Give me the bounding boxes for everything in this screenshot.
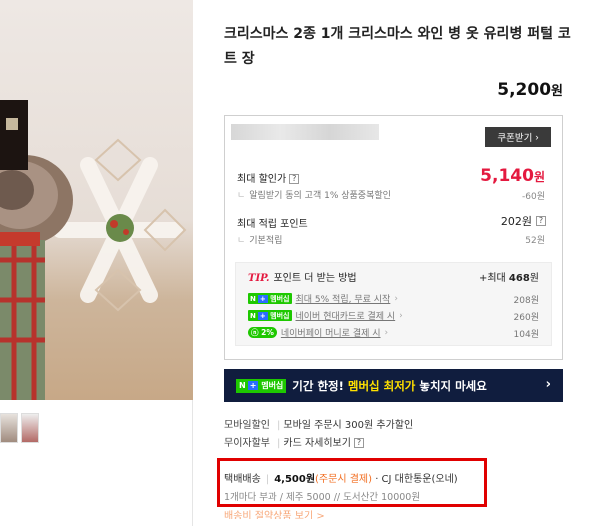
product-photo-art (0, 100, 187, 400)
benefit-box: 쿠폰받기 › 최대 할인가? 5,140원 ㄴ 알림받기 동의 고객 1% 상품중… (224, 115, 563, 360)
blurred-store-name (231, 124, 379, 140)
tip-max-unit: 원 (529, 273, 539, 284)
chevron-right-icon: › (545, 377, 551, 392)
product-page: 크리스마스 2종 1개 크리스마스 와인 병 옷 유리병 퍼털 코트 장 5,2… (0, 0, 600, 526)
mobile-discount-text: 모바일 주문시 300원 추가할인 (283, 420, 414, 431)
help-icon[interactable]: ? (353, 438, 364, 448)
discount-note-text: 알림받기 동의 고객 1% 상품중복할인 (249, 191, 391, 201)
shipping-detail: 1개마다 부과 / 제주 5000 // 도서산간 10000원 (224, 492, 421, 503)
thumbnail-2[interactable] (21, 413, 39, 443)
promo-text-before: 기간 한정! (292, 378, 348, 393)
tip-row-card[interactable]: N + 멤버십 네이버 현대카드로 결제 시 › (248, 309, 403, 322)
product-image-panel (0, 0, 193, 526)
max-discount-price: 5,140원 (480, 166, 545, 186)
tip-heading-text: 포인트 더 받는 방법 (273, 273, 357, 284)
product-title: 크리스마스 2종 1개 크리스마스 와인 병 옷 유리병 퍼털 코트 장 (224, 26, 571, 67)
naver-membership-badge: N + 멤버십 (236, 378, 287, 393)
card-details-link[interactable]: 카드 자세히보기 (283, 438, 351, 449)
tip-row-1-amount: 208원 (513, 296, 539, 306)
shipping-row: 택배배송 | 4,500원(주문시 결제) · CJ 대한통운(오네) (224, 474, 458, 485)
coupon-button-label: 쿠폰받기 (497, 133, 533, 144)
shipping-carrier: · CJ 대한통운(오네) (375, 474, 458, 485)
mobile-discount-row: 모바일할인 | 모바일 주문시 300원 추가할인 (224, 420, 414, 431)
shipping-fee: 4,500원 (274, 474, 316, 485)
max-discount-unit: 원 (533, 170, 545, 184)
tip-row-membership[interactable]: N + 멤버십 최대 5% 적립, 무료 시작 › (248, 292, 398, 305)
chevron-right-icon: › (384, 327, 389, 338)
discount-note-amount: -60원 (522, 192, 545, 202)
naver-pay-badge: ⓝ 2% (248, 327, 277, 338)
tip-row-1-text: 최대 5% 적립, 무료 시작 (295, 295, 391, 305)
promo-text-after: 놓치지 마세요 (415, 378, 487, 393)
help-icon[interactable]: ? (289, 174, 300, 184)
shipping-pay-note: (주문시 결제) (315, 474, 373, 485)
max-discount-row: 최대 할인가? (237, 170, 300, 185)
product-price: 5,200원 (497, 80, 563, 100)
tip-row-3-text: 네이버페이 머니로 결제 시 (280, 329, 381, 339)
promo-badge-label: 멤버십 (261, 381, 284, 390)
membership-promo-banner[interactable]: N + 멤버십 기간 한정! 멤버십 최저가 놓치지 마세요 › (224, 369, 563, 402)
basic-points-label: 기본적립 (249, 236, 283, 246)
mobile-discount-label: 모바일할인 (224, 420, 270, 431)
tip-row-2-amount: 260원 (513, 313, 539, 323)
installment-row: 무이자할부 | 카드 자세히보기? (224, 434, 364, 449)
chevron-right-icon: › (399, 310, 403, 321)
basic-points-row: ㄴ 기본적립 (237, 236, 283, 246)
tip-max: +최대 468원 (479, 269, 539, 284)
tip-row-3-amount: 104원 (513, 330, 539, 340)
price-value: 5,200 (497, 80, 552, 100)
product-photo[interactable] (0, 0, 193, 400)
max-points-label: 최대 적립 포인트 (237, 219, 308, 230)
tip-row-money[interactable]: ⓝ 2% 네이버페이 머니로 결제 시 › (248, 326, 388, 339)
tip-box: TIP. 포인트 더 받는 방법 +최대 468원 N + 멤버십 최대 5% 적립… (235, 262, 552, 346)
tip-prefix: TIP. (248, 273, 270, 284)
shipping-saving-link[interactable]: 배송비 절약상품 보기 > (224, 507, 325, 519)
tip-max-value: 468 (508, 273, 530, 284)
discount-note: ㄴ 알림받기 동의 고객 1% 상품중복할인 (237, 191, 391, 201)
tip-row-1-badge: 멤버십 (270, 294, 290, 303)
max-discount-label: 최대 할인가 (237, 174, 287, 185)
tip-heading: TIP. 포인트 더 받는 방법 (248, 269, 357, 284)
tip-row-3-badge: 2% (261, 328, 274, 337)
basic-points-value: 52원 (525, 236, 545, 246)
tip-row-2-text: 네이버 현대카드로 결제 시 (295, 312, 396, 322)
max-discount-value: 5,140 (480, 166, 534, 186)
tip-max-prefix: +최대 (478, 273, 506, 284)
thumbnail-1[interactable] (0, 413, 18, 443)
shipping-label: 택배배송 (224, 474, 261, 485)
naver-membership-badge: N + 멤버십 (248, 310, 292, 321)
installment-label: 무이자할부 (224, 438, 270, 449)
chevron-right-icon: › (535, 131, 539, 143)
promo-highlight: 멤버십 최저가 (347, 378, 416, 393)
chevron-right-icon: › (394, 293, 398, 304)
points-help-icon[interactable]: ? (536, 216, 546, 226)
tip-row-2-badge: 멤버십 (270, 311, 290, 320)
thumbnail-strip (0, 413, 40, 443)
price-unit: 원 (551, 84, 563, 99)
coupon-button[interactable]: 쿠폰받기 › (485, 127, 551, 147)
naver-membership-badge: N + 멤버십 (248, 293, 292, 304)
max-points-value: 202원 (500, 215, 532, 228)
